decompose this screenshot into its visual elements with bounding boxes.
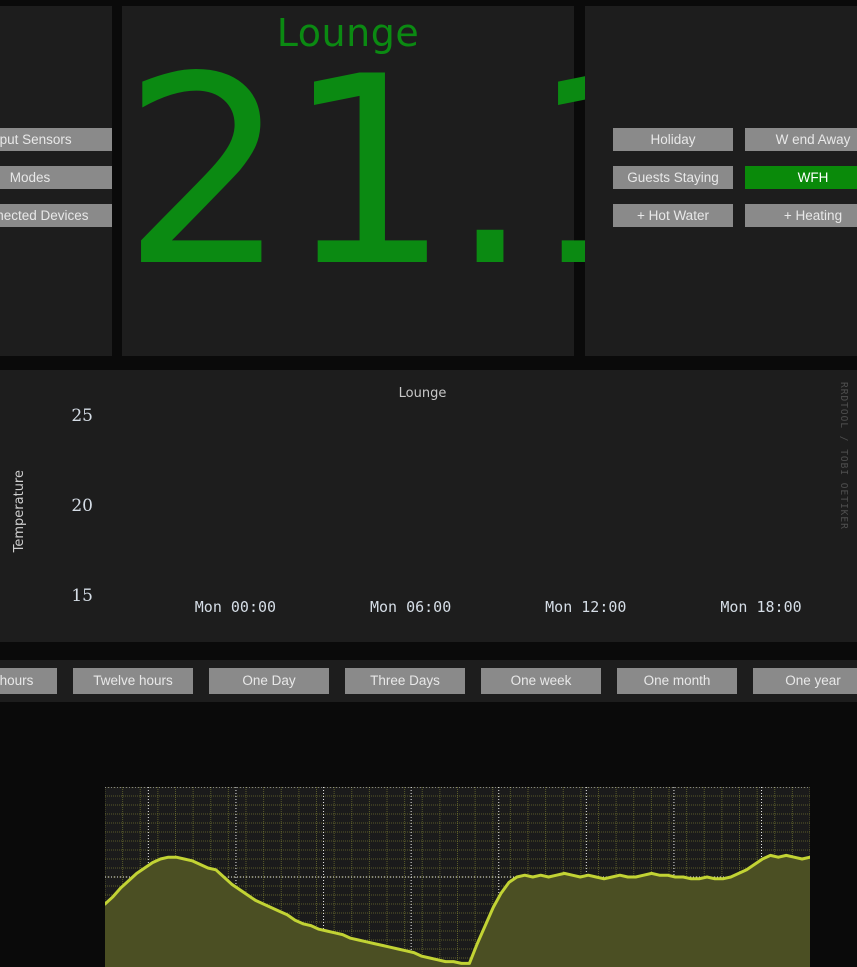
sidebar-panel: Input Sensors Modes Connected Devices <box>0 6 112 356</box>
mode-button-weekend-away[interactable]: W end Away <box>745 128 857 151</box>
time-range-button-list: Three hours Twelve hours One Day Three D… <box>0 668 857 694</box>
mode-button-guests-staying[interactable]: Guests Staying <box>613 166 733 189</box>
range-button-twelve-hours[interactable]: Twelve hours <box>73 668 193 694</box>
graph-x-tick: Mon 00:00 <box>160 598 310 616</box>
room-temperature-value: 21.1 <box>122 58 574 288</box>
range-button-three-days[interactable]: Three Days <box>345 668 465 694</box>
graph-x-tick: Mon 18:00 <box>686 598 836 616</box>
mode-button-holiday[interactable]: Holiday <box>613 128 733 151</box>
temperature-graph-plot <box>105 787 810 967</box>
range-button-one-week[interactable]: One week <box>481 668 601 694</box>
graph-y-tick: 15 <box>53 586 93 606</box>
range-button-one-day[interactable]: One Day <box>209 668 329 694</box>
time-range-bar: Three hours Twelve hours One Day Three D… <box>0 660 857 702</box>
rrdtool-watermark: RRDTOOL / TOBI OETIKER <box>835 382 849 512</box>
thermostat-dashboard: Input Sensors Modes Connected Devices Lo… <box>0 0 857 713</box>
range-button-one-month[interactable]: One month <box>617 668 737 694</box>
mode-button-hot-water-boost[interactable]: + Hot Water <box>613 204 733 227</box>
room-temperature-panel[interactable]: Lounge 21.1 <box>122 6 574 356</box>
graph-x-tick: Mon 12:00 <box>511 598 661 616</box>
graph-y-tick: 20 <box>53 496 93 516</box>
sidebar-button-list: Input Sensors Modes Connected Devices <box>0 128 112 227</box>
range-button-three-hours[interactable]: Three hours <box>0 668 57 694</box>
range-button-one-year[interactable]: One year <box>753 668 857 694</box>
graph-title: Lounge <box>0 386 845 401</box>
graph-x-tick: Mon 06:00 <box>336 598 486 616</box>
mode-button-heating-boost[interactable]: + Heating <box>745 204 857 227</box>
graph-y-tick: 25 <box>53 406 93 426</box>
top-row: Input Sensors Modes Connected Devices Lo… <box>0 6 857 356</box>
modes-button-grid: Holiday W end Away Guests Staying WFH + … <box>613 128 857 227</box>
mode-button-wfh[interactable]: WFH <box>745 166 857 189</box>
graph-y-axis-label: Temperature <box>12 470 27 552</box>
modes-panel: Holiday W end Away Guests Staying WFH + … <box>585 6 857 356</box>
sidebar-item-modes[interactable]: Modes <box>0 166 112 189</box>
sidebar-item-input-sensors[interactable]: Input Sensors <box>0 128 112 151</box>
sidebar-item-connected-devices[interactable]: Connected Devices <box>0 204 112 227</box>
